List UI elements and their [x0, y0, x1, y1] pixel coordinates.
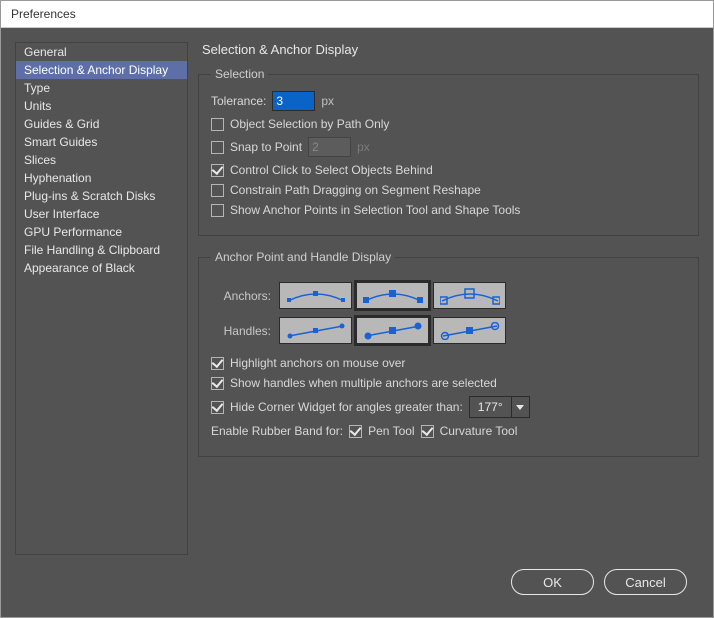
sidebar-item-gpu-performance[interactable]: GPU Performance	[16, 223, 187, 241]
snap-to-point-input	[308, 137, 351, 157]
handle-large-icon	[440, 322, 500, 340]
show-anchors-selection-label: Show Anchor Points in Selection Tool and…	[230, 203, 520, 217]
anchors-option-small[interactable]	[279, 282, 352, 309]
hide-corner-dropdown-button[interactable]	[511, 397, 529, 417]
main-area: GeneralSelection & Anchor DisplayTypeUni…	[1, 28, 713, 555]
titlebar: Preferences	[1, 1, 713, 28]
sidebar-item-slices[interactable]: Slices	[16, 151, 187, 169]
hide-corner-label: Hide Corner Widget for angles greater th…	[230, 400, 463, 414]
sidebar-item-type[interactable]: Type	[16, 79, 187, 97]
sidebar-item-selection-anchor-display[interactable]: Selection & Anchor Display	[16, 61, 187, 79]
handles-option-small[interactable]	[279, 317, 352, 344]
cancel-button[interactable]: Cancel	[604, 569, 687, 595]
handle-medium-icon	[363, 322, 423, 340]
tolerance-unit: px	[321, 94, 334, 108]
handles-option-medium[interactable]	[356, 317, 429, 344]
hide-corner-checkbox[interactable]	[211, 401, 224, 414]
handles-option-group	[279, 317, 506, 344]
page-title: Selection & Anchor Display	[198, 42, 699, 57]
dialog-body: GeneralSelection & Anchor DisplayTypeUni…	[1, 28, 713, 617]
snap-to-point-checkbox[interactable]	[211, 141, 224, 154]
rubber-band-label: Enable Rubber Band for:	[211, 424, 343, 438]
selection-group: Selection Tolerance: px Object Selection…	[198, 67, 699, 236]
sidebar-item-guides-grid[interactable]: Guides & Grid	[16, 115, 187, 133]
sidebar-item-file-handling-clipboard[interactable]: File Handling & Clipboard	[16, 241, 187, 259]
chevron-down-icon	[516, 405, 524, 410]
highlight-checkbox[interactable]	[211, 357, 224, 370]
object-selection-label: Object Selection by Path Only	[230, 117, 389, 131]
hide-corner-dropdown[interactable]: 177°	[469, 396, 530, 418]
anchor-small-icon	[286, 287, 346, 305]
ctrl-click-label: Control Click to Select Objects Behind	[230, 163, 433, 177]
anchors-option-group	[279, 282, 506, 309]
curvature-label: Curvature Tool	[440, 424, 518, 438]
anchors-label: Anchors:	[211, 289, 271, 303]
dialog-footer: OK Cancel	[1, 555, 713, 617]
preferences-dialog: Preferences GeneralSelection & Anchor Di…	[0, 0, 714, 618]
show-handles-checkbox[interactable]	[211, 377, 224, 390]
anchors-option-large[interactable]	[433, 282, 506, 309]
sidebar-item-hyphenation[interactable]: Hyphenation	[16, 169, 187, 187]
tolerance-input[interactable]	[272, 91, 315, 111]
ok-button[interactable]: OK	[511, 569, 594, 595]
hide-corner-value: 177°	[470, 400, 511, 414]
ctrl-click-checkbox[interactable]	[211, 164, 224, 177]
highlight-label: Highlight anchors on mouse over	[230, 356, 405, 370]
sidebar-item-user-interface[interactable]: User Interface	[16, 205, 187, 223]
content-panel: Selection & Anchor Display Selection Tol…	[198, 42, 699, 555]
anchor-large-icon	[440, 287, 500, 305]
handles-option-large[interactable]	[433, 317, 506, 344]
handles-label: Handles:	[211, 324, 271, 338]
constrain-checkbox[interactable]	[211, 184, 224, 197]
snap-to-point-unit: px	[357, 140, 370, 154]
pen-tool-label: Pen Tool	[368, 424, 414, 438]
curvature-checkbox[interactable]	[421, 425, 434, 438]
sidebar-item-smart-guides[interactable]: Smart Guides	[16, 133, 187, 151]
object-selection-checkbox[interactable]	[211, 118, 224, 131]
handle-small-icon	[286, 322, 346, 340]
tolerance-label: Tolerance:	[211, 94, 266, 108]
anchor-medium-icon	[363, 287, 423, 305]
snap-to-point-label: Snap to Point	[230, 140, 302, 154]
sidebar-item-general[interactable]: General	[16, 43, 187, 61]
anchor-group: Anchor Point and Handle Display Anchors:	[198, 250, 699, 457]
anchors-option-medium[interactable]	[356, 282, 429, 309]
category-sidebar: GeneralSelection & Anchor DisplayTypeUni…	[15, 42, 188, 555]
sidebar-item-units[interactable]: Units	[16, 97, 187, 115]
constrain-label: Constrain Path Dragging on Segment Resha…	[230, 183, 481, 197]
show-anchors-selection-checkbox[interactable]	[211, 204, 224, 217]
anchor-legend: Anchor Point and Handle Display	[211, 250, 395, 264]
sidebar-item-plug-ins-scratch-disks[interactable]: Plug-ins & Scratch Disks	[16, 187, 187, 205]
pen-tool-checkbox[interactable]	[349, 425, 362, 438]
show-handles-label: Show handles when multiple anchors are s…	[230, 376, 497, 390]
selection-legend: Selection	[211, 67, 268, 81]
window-title: Preferences	[11, 7, 76, 21]
sidebar-item-appearance-of-black[interactable]: Appearance of Black	[16, 259, 187, 277]
